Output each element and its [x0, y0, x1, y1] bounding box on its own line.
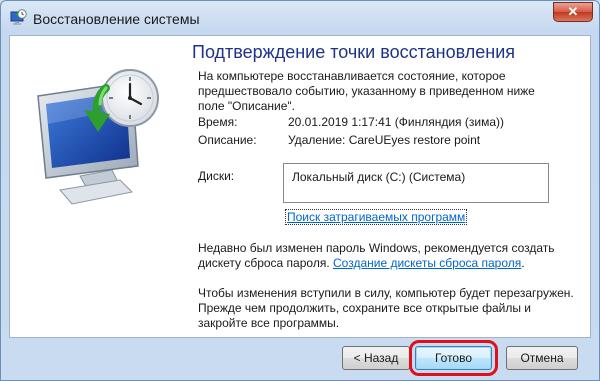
monitor-clock-restore-icon	[37, 69, 159, 205]
disks-label: Диски:	[198, 169, 235, 183]
close-button[interactable]: ✕	[553, 2, 593, 22]
finish-button-label: Готово	[434, 351, 473, 365]
description-label: Описание:	[198, 133, 257, 147]
intro-text: На компьютере восстанавливается состояни…	[198, 69, 535, 113]
description-value: Удаление: CareUEyes restore point	[288, 133, 481, 147]
password-note: Недавно был изменен пароль Windows, реко…	[198, 241, 578, 271]
cancel-button-label: Отмена	[520, 351, 564, 365]
window-title: Восстановление системы	[33, 11, 200, 27]
cancel-button[interactable]: Отмена	[506, 346, 578, 370]
confirmation-details: Подтверждение точки восстановления На ко…	[190, 36, 590, 337]
time-value: 20.01.2019 1:17:41 (Финляндия (зима))	[288, 115, 504, 129]
close-icon: ✕	[567, 4, 579, 19]
back-button[interactable]: < Назад	[342, 346, 410, 370]
page-title: Подтверждение точки восстановления	[192, 42, 515, 62]
time-label: Время:	[198, 115, 238, 129]
restart-note: Чтобы изменения вступили в силу, компьют…	[198, 286, 574, 330]
content-panel: Подтверждение точки восстановления На ко…	[9, 35, 591, 338]
disks-list[interactable]: Локальный диск (C:) (Система)	[283, 163, 549, 203]
back-button-label: < Назад	[353, 351, 399, 365]
create-reset-disk-link[interactable]: Создание дискеты сброса пароля	[333, 256, 521, 270]
system-restore-icon	[10, 9, 27, 25]
affected-programs-link[interactable]: Поиск затрагиваемых программ	[285, 209, 468, 225]
system-restore-window: Восстановление системы ✕ Подтверждение т…	[0, 0, 600, 381]
password-note-end: .	[521, 256, 525, 270]
disk-item[interactable]: Локальный диск (C:) (Система)	[292, 170, 465, 184]
finish-button[interactable]: Готово	[415, 346, 492, 370]
title-bar[interactable]: Восстановление системы ✕	[1, 1, 599, 37]
